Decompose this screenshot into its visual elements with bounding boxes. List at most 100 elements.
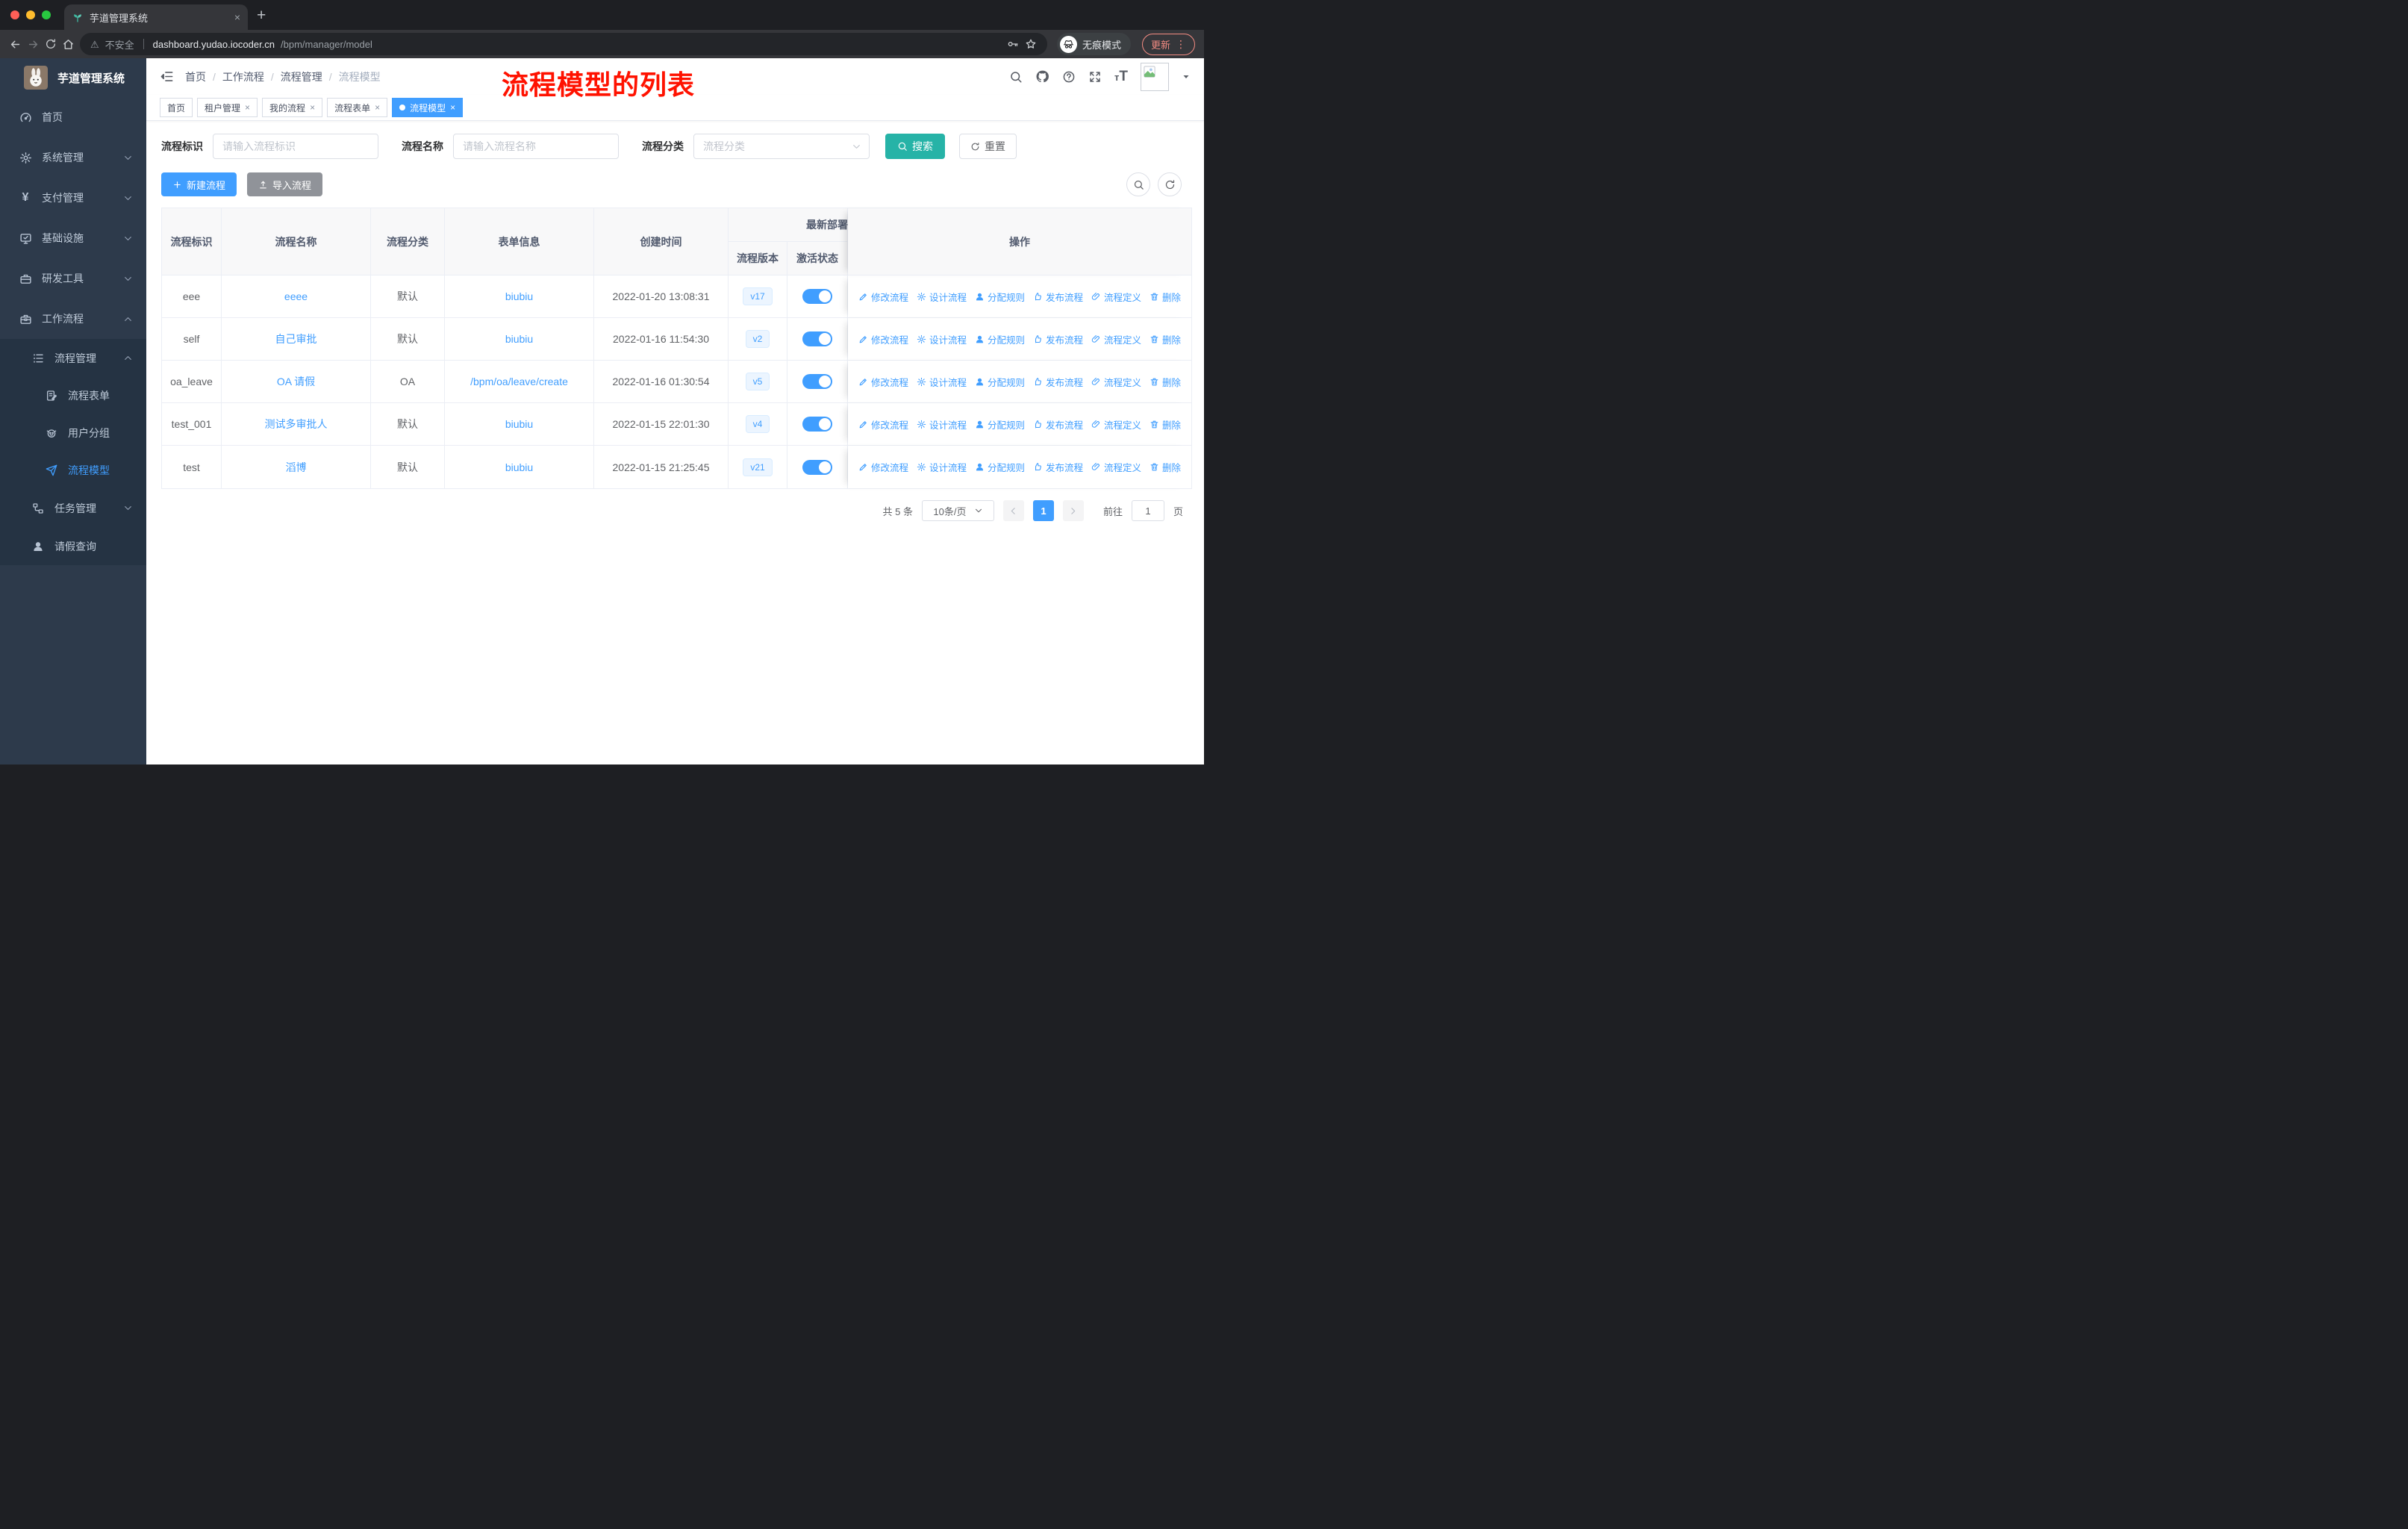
action-publish[interactable]: 发布流程 — [1033, 417, 1083, 432]
font-size-icon[interactable]: тT — [1114, 69, 1128, 85]
sidebar-item-workflow[interactable]: 工作流程 — [0, 299, 146, 339]
tag-process-form[interactable]: 流程表单 × — [327, 98, 388, 117]
sidebar-item-home[interactable]: 首页 — [0, 97, 146, 137]
breadcrumb-item[interactable]: 流程管理 — [281, 69, 322, 84]
tag-my-process[interactable]: 我的流程 × — [262, 98, 323, 117]
star-icon[interactable] — [1025, 38, 1037, 50]
sidebar-item-dev-tools[interactable]: 研发工具 — [0, 258, 146, 299]
sidebar-item-system[interactable]: 系统管理 — [0, 137, 146, 178]
action-edit[interactable]: 修改流程 — [858, 375, 908, 389]
sidebar-item-infra[interactable]: 基础设施 — [0, 218, 146, 258]
sidebar-item-leave-query[interactable]: 请假查询 — [0, 527, 146, 565]
tag-home[interactable]: 首页 — [160, 98, 193, 117]
page-1-button[interactable]: 1 — [1032, 500, 1054, 521]
form-info-link[interactable]: biubiu — [505, 333, 533, 345]
sidebar-item-user-group[interactable]: 用户分组 — [0, 414, 146, 452]
url-bar[interactable]: ⚠ 不安全 dashboard.yudao.iocoder.cn/bpm/man… — [80, 33, 1047, 55]
process-name-link[interactable]: OA 请假 — [277, 374, 315, 389]
active-toggle[interactable] — [802, 331, 832, 346]
action-design[interactable]: 设计流程 — [917, 417, 967, 432]
action-publish[interactable]: 发布流程 — [1033, 375, 1083, 389]
prev-page-button[interactable] — [1002, 500, 1024, 521]
action-design[interactable]: 设计流程 — [917, 375, 967, 389]
action-definition[interactable]: 流程定义 — [1091, 375, 1141, 389]
active-toggle[interactable] — [802, 459, 832, 475]
process-name-input[interactable] — [453, 134, 619, 159]
form-info-link[interactable]: biubiu — [505, 418, 533, 430]
tag-tenant[interactable]: 租户管理 × — [197, 98, 258, 117]
reset-button[interactable]: 重置 — [959, 134, 1017, 159]
form-info-link[interactable]: /bpm/oa/leave/create — [470, 376, 568, 387]
close-icon[interactable]: × — [245, 102, 250, 113]
action-edit[interactable]: 修改流程 — [858, 332, 908, 346]
action-assign[interactable]: 分配规则 — [975, 417, 1025, 432]
action-edit[interactable]: 修改流程 — [858, 417, 908, 432]
action-design[interactable]: 设计流程 — [917, 290, 967, 304]
browser-menu-button[interactable]: 更新 ⋮ — [1141, 33, 1195, 55]
breadcrumb-item[interactable]: 首页 — [185, 69, 206, 84]
avatar[interactable] — [1141, 62, 1169, 91]
collapse-sidebar-icon[interactable] — [160, 69, 174, 84]
action-edit[interactable]: 修改流程 — [858, 460, 908, 474]
reload-icon[interactable] — [45, 38, 57, 50]
sidebar-item-process-manage[interactable]: 流程管理 — [0, 339, 146, 377]
active-toggle[interactable] — [802, 417, 832, 432]
sidebar-item-process-form[interactable]: 流程表单 — [0, 377, 146, 414]
action-publish[interactable]: 发布流程 — [1033, 332, 1083, 346]
github-icon[interactable] — [1035, 69, 1049, 84]
action-definition[interactable]: 流程定义 — [1091, 290, 1141, 304]
action-assign[interactable]: 分配规则 — [975, 460, 1025, 474]
action-definition[interactable]: 流程定义 — [1091, 460, 1141, 474]
action-assign[interactable]: 分配规则 — [975, 375, 1025, 389]
zoom-window-button[interactable] — [42, 10, 51, 19]
action-delete[interactable]: 删除 — [1150, 375, 1181, 389]
next-page-button[interactable] — [1062, 500, 1084, 521]
close-icon[interactable]: × — [375, 102, 380, 113]
action-assign[interactable]: 分配规则 — [975, 290, 1025, 304]
goto-page-input[interactable] — [1131, 500, 1164, 521]
action-delete[interactable]: 删除 — [1150, 417, 1181, 432]
breadcrumb-item[interactable]: 工作流程 — [222, 69, 264, 84]
active-toggle[interactable] — [802, 289, 832, 304]
process-key-input[interactable] — [213, 134, 378, 159]
minimize-window-button[interactable] — [26, 10, 35, 19]
help-icon[interactable] — [1062, 70, 1076, 84]
action-delete[interactable]: 删除 — [1150, 290, 1181, 304]
process-name-link[interactable]: 滔博 — [286, 460, 307, 475]
sidebar-item-process-model[interactable]: 流程模型 — [0, 452, 146, 489]
action-delete[interactable]: 删除 — [1150, 460, 1181, 474]
close-window-button[interactable] — [10, 10, 19, 19]
sidebar-item-task-manage[interactable]: 任务管理 — [0, 489, 146, 527]
home-icon[interactable] — [62, 38, 75, 51]
sidebar-item-payment[interactable]: ¥ 支付管理 — [0, 178, 146, 218]
action-assign[interactable]: 分配规则 — [975, 332, 1025, 346]
action-definition[interactable]: 流程定义 — [1091, 417, 1141, 432]
action-publish[interactable]: 发布流程 — [1033, 460, 1083, 474]
process-name-link[interactable]: eeee — [284, 290, 308, 302]
action-edit[interactable]: 修改流程 — [858, 290, 908, 304]
close-icon[interactable]: × — [310, 102, 315, 113]
category-select[interactable]: 流程分类 — [693, 134, 870, 159]
forward-icon[interactable] — [27, 38, 40, 51]
close-tab-icon[interactable]: × — [234, 11, 240, 23]
process-name-link[interactable]: 自己审批 — [275, 331, 317, 346]
form-info-link[interactable]: biubiu — [505, 461, 533, 473]
create-process-button[interactable]: 新建流程 — [161, 172, 237, 196]
new-tab-button[interactable]: + — [257, 7, 266, 25]
import-process-button[interactable]: 导入流程 — [247, 172, 323, 196]
close-icon[interactable]: × — [450, 102, 455, 113]
process-name-link[interactable]: 测试多审批人 — [265, 417, 328, 432]
action-publish[interactable]: 发布流程 — [1033, 290, 1083, 304]
refresh-table-button[interactable] — [1158, 172, 1182, 196]
back-icon[interactable] — [9, 38, 22, 51]
form-info-link[interactable]: biubiu — [505, 290, 533, 302]
fullscreen-icon[interactable] — [1088, 70, 1102, 84]
window-controls[interactable] — [10, 10, 51, 19]
active-toggle[interactable] — [802, 374, 832, 389]
toggle-search-button[interactable] — [1126, 172, 1150, 196]
action-design[interactable]: 设计流程 — [917, 460, 967, 474]
key-icon[interactable] — [1007, 38, 1019, 50]
browser-tab[interactable]: 芋道管理系统 × — [64, 4, 248, 30]
page-size-select[interactable]: 10条/页 — [921, 500, 994, 521]
tag-process-model[interactable]: 流程模型 × — [392, 98, 464, 117]
